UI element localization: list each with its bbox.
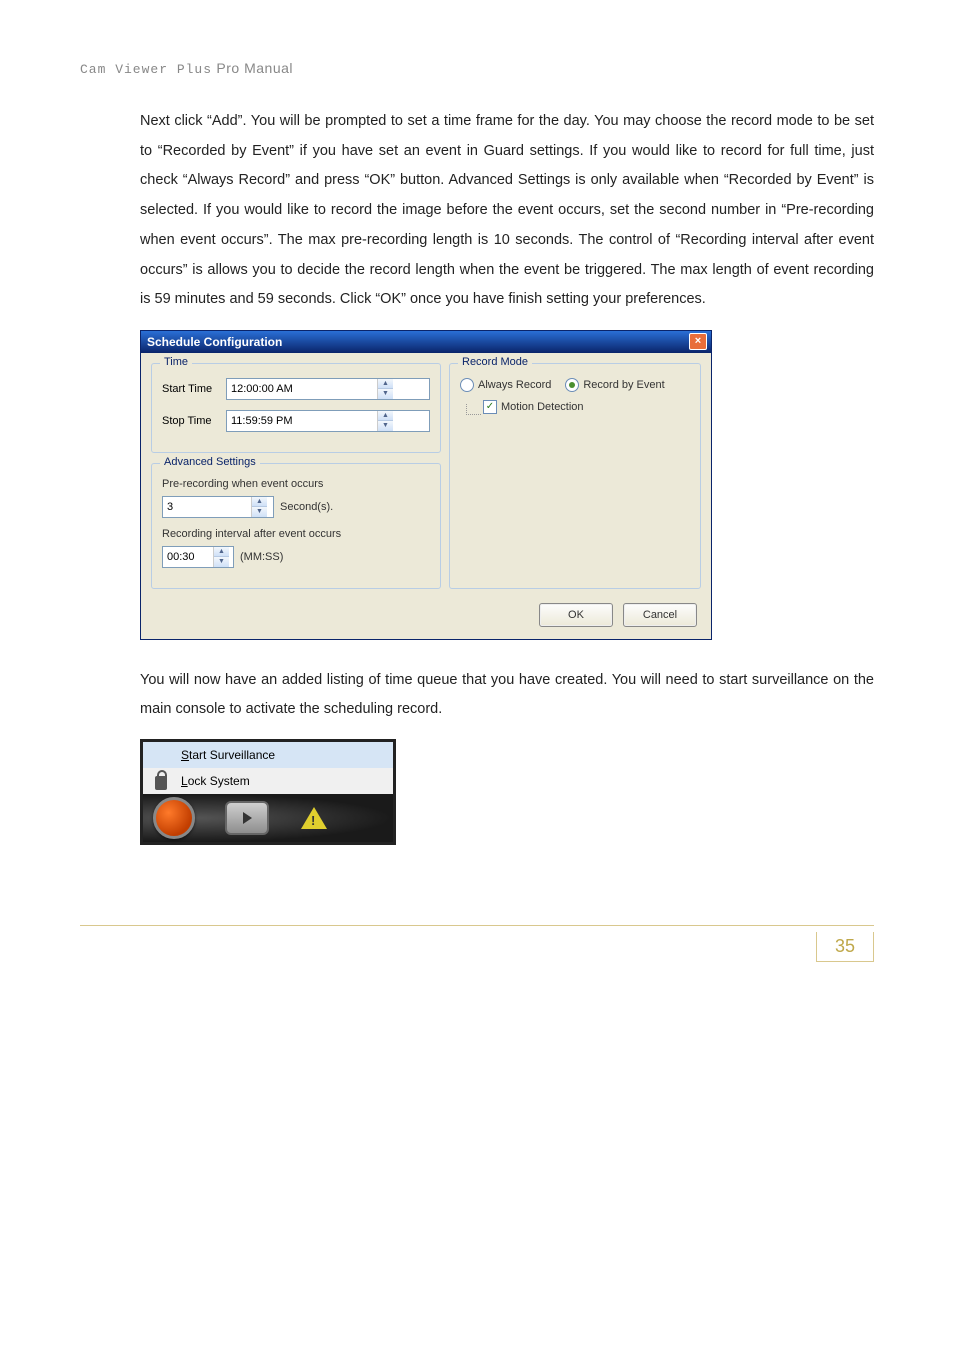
advanced-legend: Advanced Settings bbox=[160, 456, 260, 468]
record-button[interactable] bbox=[153, 797, 195, 839]
pre-recording-unit: Second(s). bbox=[280, 501, 333, 513]
console-menu-panel: Start Surveillance Lock System bbox=[140, 739, 396, 845]
record-mode-group: Record Mode Always Record Record by Even… bbox=[449, 363, 701, 589]
record-by-event-label: Record by Event bbox=[583, 379, 664, 391]
cancel-button[interactable]: Cancel bbox=[623, 603, 697, 627]
close-icon[interactable]: × bbox=[689, 333, 707, 350]
lock-system-item[interactable]: Lock System bbox=[143, 768, 393, 794]
chevron-down-icon[interactable]: ▼ bbox=[378, 421, 393, 431]
spinner-buttons[interactable]: ▲▼ bbox=[377, 379, 393, 399]
chevron-down-icon[interactable]: ▼ bbox=[252, 507, 267, 517]
schedule-config-dialog: Schedule Configuration × Time Start Time… bbox=[140, 330, 712, 640]
stop-time-input[interactable] bbox=[227, 411, 377, 431]
page-number: 35 bbox=[816, 932, 874, 962]
motion-detection-checkbox[interactable] bbox=[483, 400, 497, 414]
menu-item-label: Lock System bbox=[181, 774, 250, 788]
always-record-label: Always Record bbox=[478, 379, 551, 391]
pre-recording-label: Pre-recording when event occurs bbox=[162, 478, 430, 490]
pre-recording-input[interactable] bbox=[163, 497, 251, 517]
interval-spinner[interactable]: ▲▼ bbox=[162, 546, 234, 568]
tree-branch-icon bbox=[466, 404, 481, 415]
play-button[interactable] bbox=[225, 801, 269, 835]
start-time-label: Start Time bbox=[162, 383, 220, 395]
interval-input[interactable] bbox=[163, 547, 213, 567]
chevron-up-icon[interactable]: ▲ bbox=[214, 547, 229, 558]
spinner-buttons[interactable]: ▲▼ bbox=[251, 497, 267, 517]
start-time-input[interactable] bbox=[227, 379, 377, 399]
record-by-event-radio[interactable] bbox=[565, 378, 579, 392]
interval-label: Recording interval after event occurs bbox=[162, 528, 430, 540]
time-group: Time Start Time ▲▼ Stop Time ▲▼ bbox=[151, 363, 441, 453]
dialog-title: Schedule Configuration bbox=[147, 335, 282, 349]
menu-item-label: Start Surveillance bbox=[181, 748, 275, 762]
dialog-titlebar[interactable]: Schedule Configuration × bbox=[141, 331, 711, 353]
chevron-up-icon[interactable]: ▲ bbox=[378, 411, 393, 422]
header-suffix: Pro Manual bbox=[216, 60, 293, 76]
ok-button[interactable]: OK bbox=[539, 603, 613, 627]
start-time-spinner[interactable]: ▲▼ bbox=[226, 378, 430, 400]
chevron-down-icon[interactable]: ▼ bbox=[214, 557, 229, 567]
play-icon bbox=[243, 812, 252, 824]
spinner-buttons[interactable]: ▲▼ bbox=[377, 411, 393, 431]
pre-recording-spinner[interactable]: ▲▼ bbox=[162, 496, 274, 518]
motion-detection-label: Motion Detection bbox=[501, 401, 584, 413]
lock-icon bbox=[151, 772, 171, 790]
always-record-radio[interactable] bbox=[460, 378, 474, 392]
page-header: Cam Viewer Plus Pro Manual bbox=[80, 60, 874, 77]
time-legend: Time bbox=[160, 356, 192, 368]
instruction-paragraph-1: Next click “Add”. You will be prompted t… bbox=[140, 107, 874, 315]
stop-time-label: Stop Time bbox=[162, 415, 220, 427]
alert-button[interactable] bbox=[299, 801, 329, 835]
advanced-group: Advanced Settings Pre-recording when eve… bbox=[151, 463, 441, 589]
stop-time-spinner[interactable]: ▲▼ bbox=[226, 410, 430, 432]
chevron-down-icon[interactable]: ▼ bbox=[378, 389, 393, 399]
record-mode-legend: Record Mode bbox=[458, 356, 532, 368]
header-prefix: Cam Viewer Plus bbox=[80, 62, 212, 77]
start-surveillance-item[interactable]: Start Surveillance bbox=[143, 742, 393, 768]
warning-icon bbox=[301, 807, 327, 829]
chevron-up-icon[interactable]: ▲ bbox=[378, 379, 393, 390]
interval-unit: (MM:SS) bbox=[240, 551, 283, 563]
instruction-paragraph-2: You will now have an added listing of ti… bbox=[140, 666, 874, 725]
blank-icon bbox=[151, 746, 171, 764]
spinner-buttons[interactable]: ▲▼ bbox=[213, 547, 229, 567]
page-footer: 35 bbox=[80, 925, 874, 962]
chevron-up-icon[interactable]: ▲ bbox=[252, 497, 267, 508]
